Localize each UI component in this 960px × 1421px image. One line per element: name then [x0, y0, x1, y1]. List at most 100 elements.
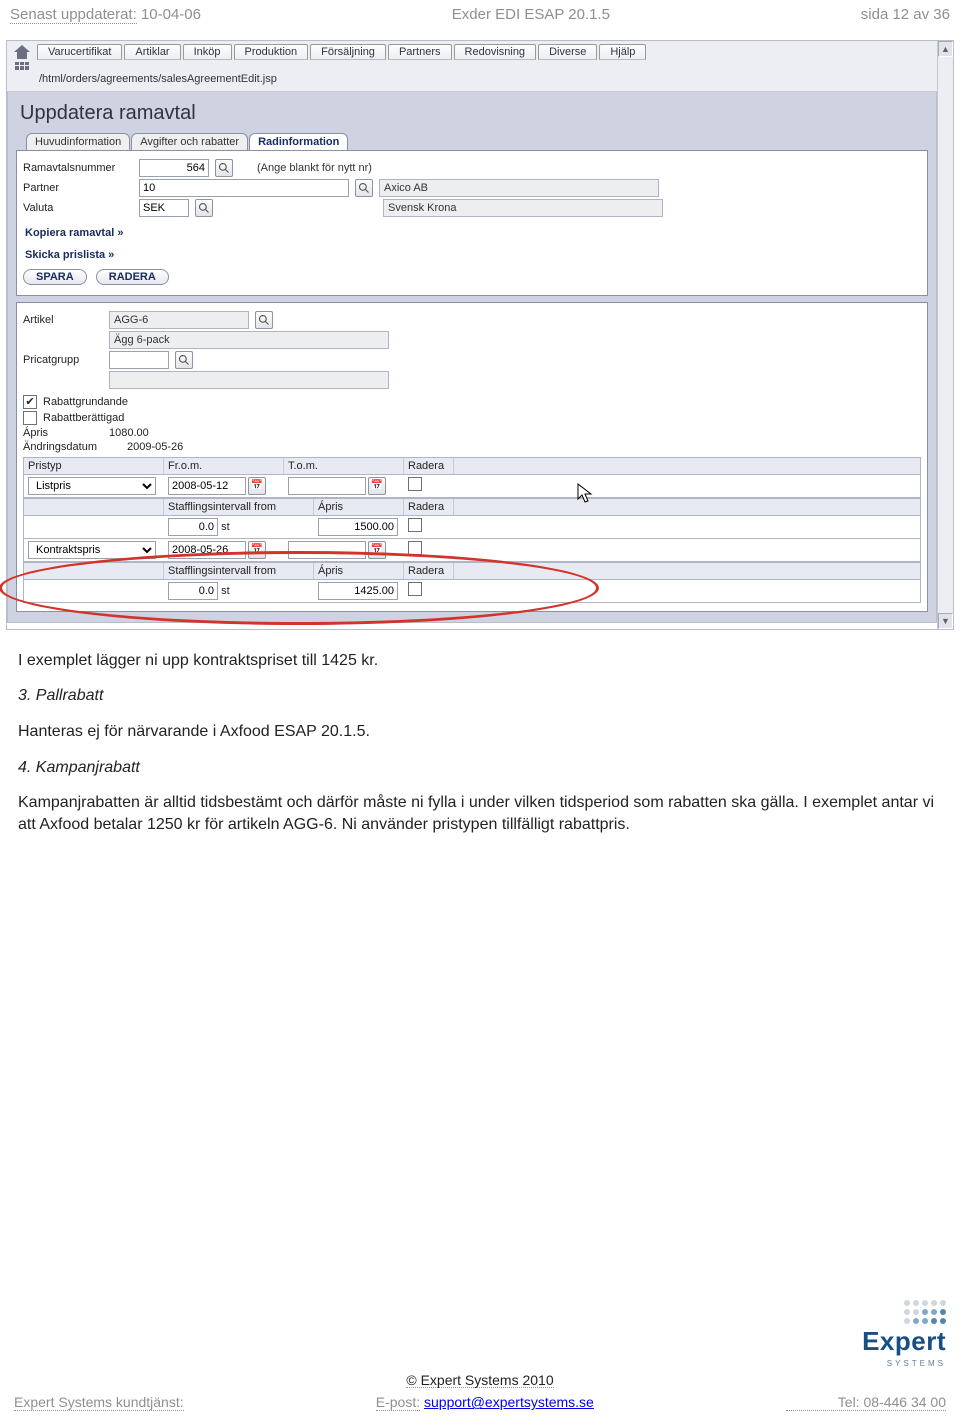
- lookup-icon[interactable]: [255, 311, 273, 329]
- subtab-huvudinformation[interactable]: Huvudinformation: [26, 133, 130, 150]
- menu-tab-varucertifikat[interactable]: Varucertifikat: [37, 44, 122, 60]
- pristyp-select[interactable]: Listpris: [28, 477, 156, 495]
- brand-logo: Expert SYSTEMS: [862, 1300, 946, 1368]
- brand-sub: SYSTEMS: [887, 1359, 946, 1368]
- valuta-name: Svensk Krona: [383, 199, 663, 217]
- delete-checkbox[interactable]: [408, 541, 422, 555]
- doc-body: I exemplet lägger ni upp kontraktspriset…: [0, 638, 960, 858]
- rabattgrund-checkbox[interactable]: ✔: [23, 395, 37, 409]
- support-email-link[interactable]: support@expertsystems.se: [424, 1394, 594, 1410]
- para-kampanj: Kampanjrabatten är alltid tidsbestämt oc…: [18, 792, 942, 835]
- tom-input[interactable]: [288, 477, 366, 495]
- rabattber-label: Rabattberättigad: [43, 412, 124, 424]
- heading-kampanj: 4. Kampanjrabatt: [18, 757, 942, 779]
- doc-title: Exder EDI ESAP 20.1.5: [452, 6, 610, 24]
- subtab-avgifter-och-rabatter[interactable]: Avgifter och rabatter: [131, 133, 248, 150]
- doc-header: Senast uppdaterat: 10-04-06 Exder EDI ES…: [0, 0, 960, 28]
- pricat-label: Pricatgrupp: [23, 354, 103, 366]
- kopiera-link[interactable]: Kopiera ramavtal »: [25, 227, 921, 239]
- delete-checkbox[interactable]: [408, 477, 422, 491]
- menu-tab-hjälp[interactable]: Hjälp: [599, 44, 646, 60]
- pricat-name: [109, 371, 389, 389]
- home-icon[interactable]: [14, 45, 30, 59]
- col-radera: Radera: [404, 458, 454, 474]
- from-input[interactable]: [168, 541, 246, 559]
- lookup-icon[interactable]: [215, 159, 233, 177]
- scrollbar[interactable]: ▲ ▼: [937, 41, 953, 629]
- pricat-input[interactable]: [109, 351, 169, 369]
- partner-label: Partner: [23, 182, 133, 194]
- price-row: Kontraktspris 📅 📅: [23, 539, 921, 562]
- price-input[interactable]: [318, 582, 398, 600]
- apris-label: Ápris: [23, 427, 103, 439]
- interval-input[interactable]: [168, 518, 218, 536]
- pristyp-select[interactable]: Kontraktspris: [28, 541, 156, 559]
- delete-checkbox[interactable]: [408, 518, 422, 532]
- page-title: Uppdatera ramavtal: [16, 98, 928, 133]
- calendar-icon[interactable]: 📅: [248, 477, 266, 495]
- grid-icon[interactable]: [15, 62, 29, 70]
- spara-button[interactable]: SPARA: [23, 269, 87, 285]
- ramavtal-input[interactable]: [139, 159, 209, 177]
- footer-mid-label: E-post:: [376, 1395, 420, 1411]
- rabattber-checkbox[interactable]: [23, 411, 37, 425]
- para-intro: I exemplet lägger ni upp kontraktspriset…: [18, 650, 942, 672]
- delete-checkbox[interactable]: [408, 582, 422, 596]
- partner-input[interactable]: [139, 179, 349, 197]
- heading-pallrabatt: 3. Pallrabatt: [18, 685, 942, 707]
- price-header: Pristyp Fr.o.m. T.o.m. Radera: [23, 457, 921, 475]
- apris-value: 1080.00: [109, 427, 149, 439]
- from-input[interactable]: [168, 477, 246, 495]
- calendar-icon[interactable]: 📅: [248, 541, 266, 559]
- price-subrow: st: [23, 516, 921, 539]
- menu-tab-artiklar[interactable]: Artiklar: [124, 44, 180, 60]
- lookup-icon[interactable]: [355, 179, 373, 197]
- col-from: Fr.o.m.: [164, 458, 284, 474]
- unit-label: st: [221, 521, 230, 533]
- app-window: ▲ ▼ VarucertifikatArtiklarInköpProduktio…: [6, 40, 954, 630]
- scroll-up-icon[interactable]: ▲: [938, 41, 953, 57]
- update-label: Senast uppdaterat:: [10, 7, 137, 24]
- andring-label: Ändringsdatum: [23, 441, 121, 453]
- menu-tab-redovisning[interactable]: Redovisning: [454, 44, 537, 60]
- subtab-radinformation[interactable]: Radinformation: [249, 133, 348, 150]
- update-date: 10-04-06: [141, 6, 201, 23]
- col-tom: T.o.m.: [284, 458, 404, 474]
- ramavtal-label: Ramavtalsnummer: [23, 162, 133, 174]
- menu-tab-produktion[interactable]: Produktion: [234, 44, 309, 60]
- copyright: © Expert Systems 2010: [406, 1373, 553, 1389]
- radera-button[interactable]: RADERA: [96, 269, 169, 285]
- scroll-down-icon[interactable]: ▼: [938, 613, 953, 629]
- menu-tab-diverse[interactable]: Diverse: [538, 44, 597, 60]
- interval-input[interactable]: [168, 582, 218, 600]
- valuta-label: Valuta: [23, 202, 133, 214]
- cursor-icon: [577, 483, 593, 505]
- brand-word: Expert: [862, 1326, 946, 1357]
- menu-tab-partners[interactable]: Partners: [388, 44, 452, 60]
- menu-tab-försäljning[interactable]: Försäljning: [310, 44, 386, 60]
- tom-input[interactable]: [288, 541, 366, 559]
- artikel-label: Artikel: [23, 314, 103, 326]
- col-pristyp: Pristyp: [24, 458, 164, 474]
- price-row: Listpris 📅 📅: [23, 475, 921, 498]
- footer-left: Expert Systems kundtjänst:: [14, 1395, 184, 1411]
- lookup-icon[interactable]: [195, 199, 213, 217]
- valuta-input[interactable]: [139, 199, 189, 217]
- menu-tab-inköp[interactable]: Inköp: [183, 44, 232, 60]
- artikel-name: Ägg 6-pack: [109, 331, 389, 349]
- unit-label: st: [221, 585, 230, 597]
- ramavtal-hint: (Ange blankt för nytt nr): [257, 162, 372, 174]
- url-path: /html/orders/agreements/salesAgreementEd…: [7, 70, 937, 92]
- lookup-icon[interactable]: [175, 351, 193, 369]
- artikel-code: AGG-6: [109, 311, 249, 329]
- footer-right: Tel: 08-446 34 00: [786, 1395, 946, 1411]
- skicka-link[interactable]: Skicka prislista »: [25, 249, 921, 261]
- price-input[interactable]: [318, 518, 398, 536]
- calendar-icon[interactable]: 📅: [368, 477, 386, 495]
- footer: Expert SYSTEMS © Expert Systems 2010 Exp…: [0, 1294, 960, 1421]
- price-subrow: st: [23, 580, 921, 603]
- main-menu: VarucertifikatArtiklarInköpProduktionFör…: [7, 41, 937, 70]
- partner-name: Axico AB: [379, 179, 659, 197]
- calendar-icon[interactable]: 📅: [368, 541, 386, 559]
- para-pallrabatt: Hanteras ej för närvarande i Axfood ESAP…: [18, 721, 942, 743]
